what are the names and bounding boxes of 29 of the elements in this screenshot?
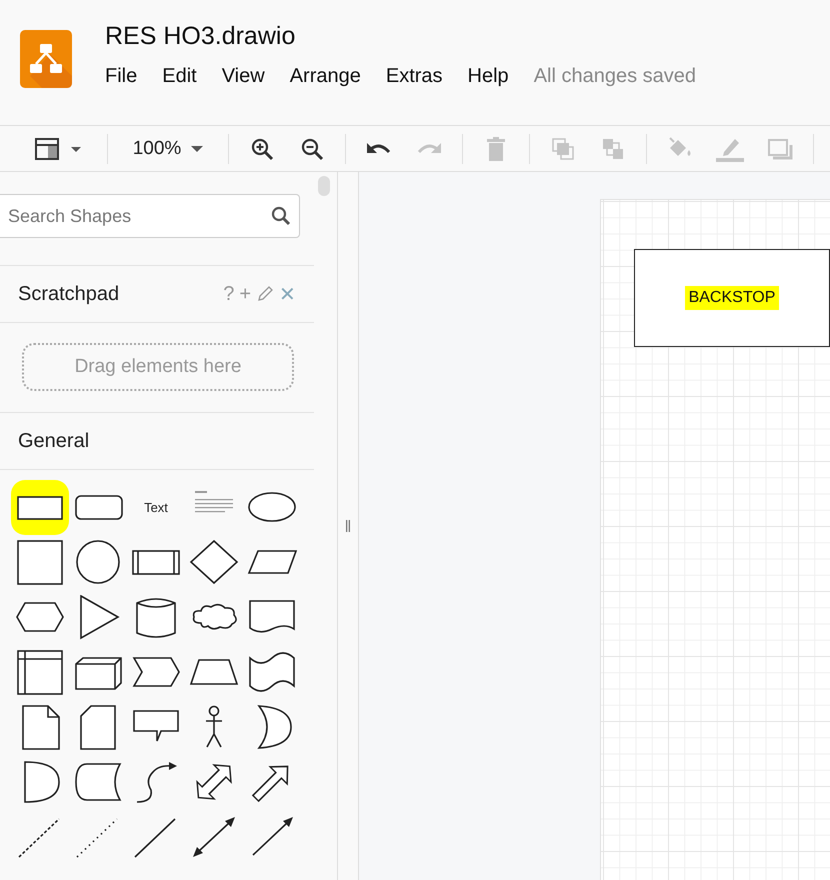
app-logo	[20, 30, 72, 88]
edit-button[interactable]	[256, 285, 274, 303]
search-field[interactable]: Search Shapes	[0, 194, 300, 238]
node-label: BACKSTOP	[684, 286, 780, 310]
save-status: All changes saved	[534, 65, 696, 88]
menu-item[interactable]: Arrange	[290, 65, 361, 88]
section-title: Scratchpad	[18, 282, 120, 306]
section-title: General	[18, 430, 90, 452]
menu-item[interactable]: Edit	[162, 65, 197, 88]
search-icon	[271, 206, 291, 226]
zoom-dropdown[interactable]: 100%	[123, 134, 213, 164]
text-shape[interactable]: Text	[127, 480, 185, 535]
menu-item[interactable]: View	[222, 65, 265, 88]
rectangle-node[interactable]: BACKSTOP	[634, 249, 830, 347]
menu-item[interactable]: Extras	[386, 65, 443, 88]
drop-zone: Drag elements here	[22, 343, 294, 391]
trash-icon	[486, 136, 506, 160]
send-to-back-icon	[601, 136, 625, 160]
scrollbar-thumb[interactable]	[318, 176, 330, 196]
resize-handle-icon[interactable]	[346, 520, 350, 532]
zoom-in-icon	[250, 136, 274, 160]
caret-icon	[191, 144, 204, 152]
bring-to-front-icon	[551, 136, 575, 160]
menu-item[interactable]: Help	[468, 65, 509, 88]
menu-item[interactable]: File	[105, 65, 138, 88]
shadow-icon	[767, 136, 793, 160]
pencil-icon	[256, 285, 274, 303]
zoom-out-icon	[300, 136, 324, 160]
document-title: RES HO3.drawio	[105, 22, 296, 51]
